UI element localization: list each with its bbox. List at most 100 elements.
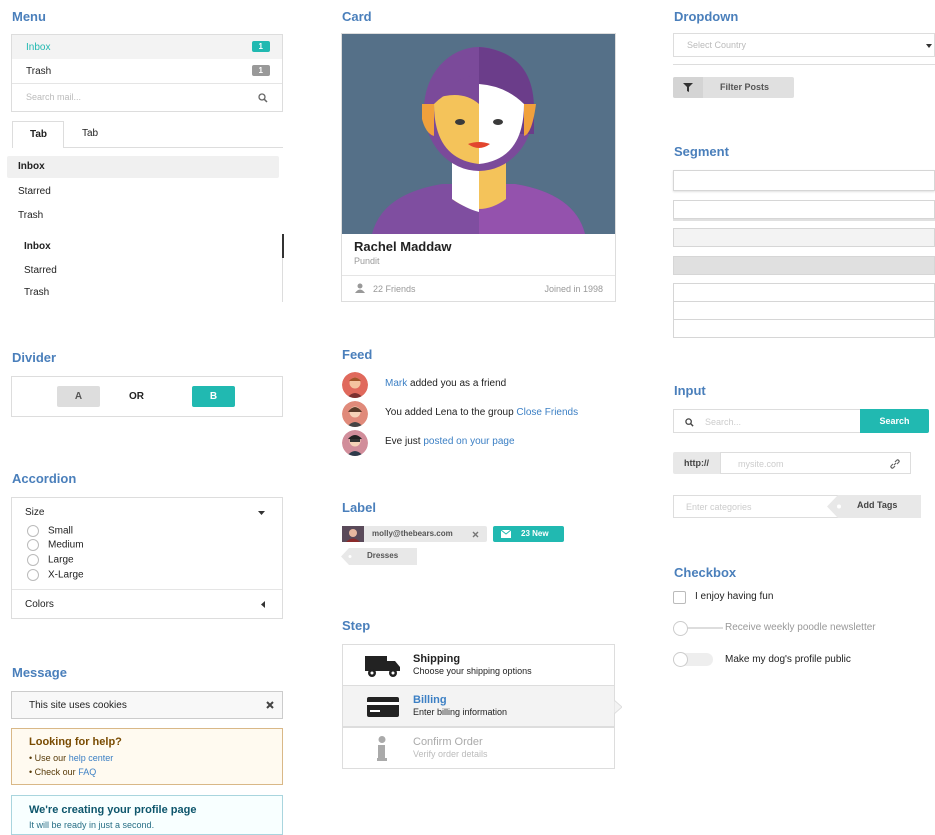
label-section-title: Label bbox=[342, 500, 376, 515]
slider-label: Receive weekly poodle newsletter bbox=[725, 622, 876, 633]
radio-label: Large bbox=[48, 554, 74, 566]
close-friends-link[interactable]: Close Friends bbox=[516, 407, 578, 418]
mail-count-label[interactable]: 23 New bbox=[493, 526, 564, 542]
dresses-tag[interactable]: Dresses bbox=[367, 551, 398, 560]
filter-icon bbox=[683, 83, 693, 92]
tab-list-item-trash[interactable]: Trash bbox=[18, 210, 43, 221]
tab-list-item-inbox[interactable]: Inbox bbox=[7, 156, 279, 178]
menu-item-inbox[interactable]: Inbox 1 bbox=[12, 35, 282, 59]
segment-secondary bbox=[673, 228, 935, 247]
radio-medium[interactable]: Medium bbox=[27, 539, 84, 551]
caret-down-icon bbox=[926, 44, 932, 48]
list-item-label: Inbox bbox=[18, 161, 45, 172]
checkbox-section-title: Checkbox bbox=[674, 565, 737, 580]
radio-circle bbox=[27, 525, 39, 537]
caret-down-icon[interactable] bbox=[258, 511, 265, 515]
tab-list-item-starred[interactable]: Starred bbox=[18, 186, 51, 197]
help-line-2: • Check our FAQ bbox=[29, 767, 97, 777]
faq-link[interactable]: FAQ bbox=[78, 767, 96, 777]
dropdown-section-title: Dropdown bbox=[674, 9, 739, 24]
segment-group-3 bbox=[673, 319, 935, 338]
radio-circle bbox=[27, 569, 39, 581]
vertical-list-item-trash[interactable]: Trash bbox=[24, 287, 49, 298]
close-icon[interactable] bbox=[266, 701, 274, 709]
step-shipping[interactable]: Shipping Choose your shipping options bbox=[342, 644, 615, 686]
radio-label: X-Large bbox=[48, 569, 84, 581]
card-role: Pundit bbox=[354, 256, 380, 266]
step-desc: Enter billing information bbox=[413, 707, 508, 717]
profile-message: We're creating your profile page It will… bbox=[11, 795, 283, 835]
radio-x-large[interactable]: X-Large bbox=[27, 569, 84, 581]
user-icon bbox=[355, 283, 365, 293]
tab-1[interactable]: Tab bbox=[12, 121, 64, 148]
help-line-1: • Use our help center bbox=[29, 753, 114, 763]
step-section-title: Step bbox=[342, 618, 371, 633]
radio-label: Medium bbox=[48, 539, 84, 551]
avatar[interactable] bbox=[342, 430, 368, 456]
menu-item-trash[interactable]: Trash 1 bbox=[12, 59, 282, 84]
active-step-arrow bbox=[614, 700, 622, 714]
avatar bbox=[342, 526, 364, 542]
radio-small[interactable]: Small bbox=[27, 525, 73, 537]
menu-item-label: Trash bbox=[26, 66, 52, 77]
search-input-field[interactable]: Search... bbox=[673, 409, 861, 433]
button-a[interactable]: A bbox=[57, 386, 100, 407]
radio-label: Small bbox=[48, 525, 74, 537]
add-tags-button[interactable]: Add Tags bbox=[857, 500, 897, 510]
segment-stacked bbox=[673, 200, 935, 219]
toggle-label: Make my dog's profile public bbox=[725, 654, 851, 665]
segment-tertiary bbox=[673, 256, 935, 275]
message-text: This site uses cookies bbox=[29, 700, 127, 711]
tab-2[interactable]: Tab bbox=[82, 128, 98, 139]
profile-message-title: We're creating your profile page bbox=[29, 804, 197, 816]
country-dropdown[interactable]: Select Country bbox=[673, 33, 935, 57]
friends-count[interactable]: 22 Friends bbox=[373, 284, 416, 294]
avatar[interactable] bbox=[342, 372, 368, 398]
accordion-size-header[interactable]: Size bbox=[25, 507, 44, 518]
tab-divider bbox=[64, 147, 283, 148]
checkbox-fun[interactable] bbox=[673, 591, 686, 604]
radio-large[interactable]: Large bbox=[27, 554, 74, 566]
step-confirm-order[interactable]: Confirm Order Verify order details bbox=[342, 727, 615, 769]
radio-circle bbox=[27, 554, 39, 566]
button-b[interactable]: B bbox=[192, 386, 235, 407]
search-button[interactable]: Search bbox=[860, 409, 929, 433]
avatar-illustration bbox=[342, 34, 615, 234]
avatar[interactable] bbox=[342, 401, 368, 427]
vertical-list-item-starred[interactable]: Starred bbox=[24, 265, 57, 276]
accordion-colors-header[interactable]: Colors bbox=[25, 599, 54, 610]
checkbox-label: I enjoy having fun bbox=[695, 591, 774, 602]
card-divider bbox=[342, 275, 615, 276]
feed-section-title: Feed bbox=[342, 347, 373, 362]
segment-raised bbox=[673, 170, 935, 191]
slider-knob bbox=[673, 621, 688, 636]
search-icon[interactable] bbox=[258, 93, 268, 103]
caret-left-icon[interactable] bbox=[261, 601, 265, 608]
help-center-link[interactable]: help center bbox=[69, 753, 114, 763]
profile-card[interactable]: Rachel Maddaw Pundit 22 Friends Joined i… bbox=[341, 33, 616, 302]
posted-link[interactable]: posted on your page bbox=[423, 436, 514, 447]
menu-search-input[interactable]: Search mail... bbox=[26, 92, 81, 102]
count-badge: 1 bbox=[251, 41, 270, 52]
step-desc: Choose your shipping options bbox=[413, 666, 532, 676]
message-section-title: Message bbox=[12, 665, 67, 680]
divider-section-title: Divider bbox=[12, 350, 57, 365]
segment-section-title: Segment bbox=[674, 144, 729, 159]
close-icon[interactable] bbox=[472, 531, 479, 538]
step-billing[interactable]: Billing Enter billing information bbox=[342, 685, 615, 727]
toggle-public-profile[interactable] bbox=[673, 652, 713, 667]
tags-input-field[interactable]: Enter categories bbox=[673, 495, 838, 518]
slider-newsletter[interactable] bbox=[673, 621, 723, 636]
user-link[interactable]: Mark bbox=[385, 378, 407, 389]
url-input-field[interactable]: mysite.com bbox=[720, 452, 911, 474]
vertical-list-item-inbox[interactable]: Inbox bbox=[24, 241, 51, 252]
segment-group-1 bbox=[673, 283, 935, 301]
menu-section-title: Menu bbox=[12, 9, 46, 24]
input-section-title: Input bbox=[674, 383, 706, 398]
filter-posts-button[interactable]: Filter Posts bbox=[673, 77, 794, 98]
accordion-section-title: Accordion bbox=[12, 471, 77, 486]
email-text: molly@thebears.com bbox=[372, 529, 453, 538]
step-desc: Verify order details bbox=[413, 749, 488, 759]
feed-text: Mark added you as a friend bbox=[385, 378, 506, 389]
feed-text: Eve just posted on your page bbox=[385, 436, 515, 447]
